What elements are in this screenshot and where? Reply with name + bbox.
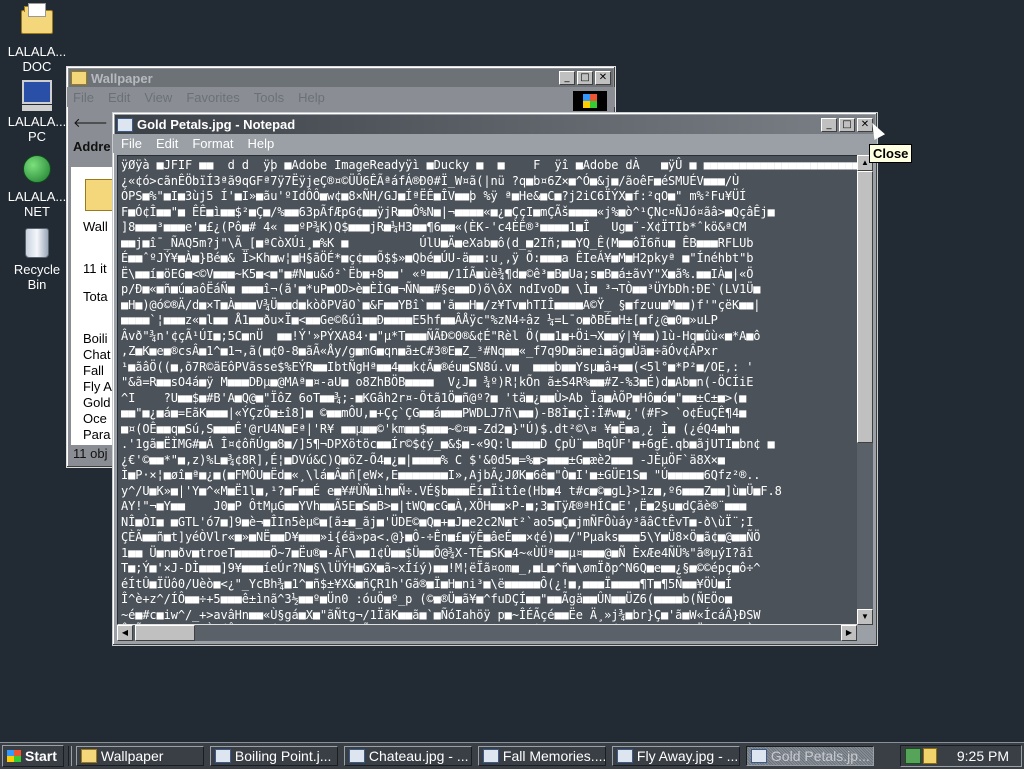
maximize-button[interactable]: □ <box>839 117 855 132</box>
file-list-item[interactable]: Fall <box>83 363 112 379</box>
file-list-item[interactable]: Chat <box>83 347 112 363</box>
scroll-right-arrow-icon[interactable]: ▶ <box>841 625 857 641</box>
file-list-item[interactable]: Oce <box>83 411 112 427</box>
system-tray: 9:25 PM <box>900 745 1022 767</box>
address-label: Addre <box>73 139 111 154</box>
notepad-icon <box>348 749 365 763</box>
vertical-scroll-thumb[interactable] <box>857 171 873 443</box>
desktop-icon-lalala-doc[interactable]: LALALA... DOC <box>4 3 70 74</box>
volume-tray-icon[interactable] <box>923 748 937 764</box>
pane-folder-name: Wall <box>83 219 108 234</box>
taskbar-button-fly-away[interactable]: Fly Away.jpg - ... <box>611 746 740 766</box>
notepad-icon <box>117 117 133 132</box>
computer-icon <box>21 80 53 112</box>
notepad-menubar: File Edit Format Help <box>113 134 877 153</box>
folder-document-icon <box>21 3 53 42</box>
menu-edit[interactable]: Edit <box>108 90 130 105</box>
folder-icon <box>80 749 97 763</box>
desktop-icon-label: LALALA... NET <box>7 189 67 219</box>
network-globe-icon <box>21 155 53 187</box>
menu-help[interactable]: Help <box>248 136 275 151</box>
scroll-left-arrow-icon[interactable]: ◀ <box>117 625 133 641</box>
taskbar-button-wallpaper[interactable]: Wallpaper <box>75 746 204 766</box>
horizontal-scrollbar[interactable]: ◀ ▶ <box>117 625 857 641</box>
file-list-item[interactable]: Gold <box>83 395 112 411</box>
explorer-menubar: File Edit View Favorites Tools Help <box>67 87 615 107</box>
taskbar-button-chateau[interactable]: Chateau.jpg - ... <box>343 746 472 766</box>
taskbar-button-gold-petals[interactable]: Gold Petals.jp... <box>745 746 874 766</box>
taskbar-separator <box>67 746 72 766</box>
close-tooltip: Close <box>869 144 913 163</box>
network-tray-icon[interactable] <box>905 748 921 764</box>
menu-format[interactable]: Format <box>192 136 233 151</box>
desktop-icon-label: LALALA... DOC <box>7 44 67 74</box>
notepad-icon <box>482 749 499 763</box>
notepad-titlebar[interactable]: Gold Petals.jpg - Notepad _ □ ✕ <box>115 115 875 134</box>
clock[interactable]: 9:25 PM <box>957 748 1009 764</box>
notepad-icon <box>750 749 767 763</box>
notepad-binary-content: ÿØÿà ■JFIF ■■ d d ÿþ ■Adobe ImageReadyÿì… <box>121 158 859 624</box>
back-arrow-icon[interactable]: 🡐 <box>73 115 111 130</box>
desktop-icon-lalala-net[interactable]: LALALA... NET <box>4 152 70 219</box>
desktop-icon-lalala-pc[interactable]: LALALA... PC <box>4 78 70 144</box>
desktop-icon-label: LALALA... PC <box>7 114 67 144</box>
resize-grip[interactable] <box>857 625 873 641</box>
minimize-button[interactable]: _ <box>821 117 837 132</box>
recycle-bin-icon <box>21 228 53 260</box>
file-list-item[interactable]: Para <box>83 427 112 443</box>
explorer-titlebar[interactable]: Wallpaper _ □ ✕ <box>69 69 613 87</box>
horizontal-scroll-thumb[interactable] <box>135 625 195 641</box>
menu-tools[interactable]: Tools <box>254 90 284 105</box>
notepad-icon <box>616 749 633 763</box>
taskbar-button-fall-memories[interactable]: Fall Memories.... <box>477 746 606 766</box>
explorer-side-pane: Wall 11 it Tota Boili Chat Fall Fly A Go… <box>71 167 117 445</box>
menu-file[interactable]: File <box>73 90 94 105</box>
menu-help[interactable]: Help <box>298 90 325 105</box>
notepad-text-area[interactable]: ÿØÿà ■JFIF ■■ d d ÿþ ■Adobe ImageReadyÿì… <box>117 155 859 625</box>
desktop-icon-recycle-bin[interactable]: Recycle Bin <box>4 226 70 292</box>
menu-edit[interactable]: Edit <box>156 136 178 151</box>
close-button[interactable]: ✕ <box>595 71 611 85</box>
menu-file[interactable]: File <box>121 136 142 151</box>
desktop-icon-label: Recycle Bin <box>13 262 61 292</box>
notepad-title: Gold Petals.jpg - Notepad <box>137 117 296 132</box>
minimize-button[interactable]: _ <box>559 71 575 85</box>
start-button[interactable]: Start <box>2 745 64 767</box>
file-list: Boili Chat Fall Fly A Gold Oce Para <box>83 331 112 443</box>
notepad-window: Gold Petals.jpg - Notepad _ □ ✕ File Edi… <box>112 112 878 646</box>
windows-flag-icon <box>7 750 21 762</box>
explorer-title: Wallpaper <box>91 70 153 86</box>
taskbar: Start Wallpaper Boiling Point.j... Chate… <box>0 742 1024 769</box>
notepad-icon <box>214 749 231 763</box>
folder-icon <box>71 71 87 85</box>
start-label: Start <box>25 748 57 764</box>
menu-favorites[interactable]: Favorites <box>186 90 239 105</box>
scroll-down-arrow-icon[interactable]: ▼ <box>857 609 873 625</box>
windows-logo-throbber-icon <box>573 91 607 111</box>
pane-item-count: 11 it <box>83 261 107 276</box>
taskbar-button-boiling-point[interactable]: Boiling Point.j... <box>209 746 338 766</box>
file-list-item[interactable]: Fly A <box>83 379 112 395</box>
vertical-scrollbar[interactable]: ▲ ▼ <box>857 155 873 625</box>
file-list-item[interactable]: Boili <box>83 331 112 347</box>
menu-view[interactable]: View <box>144 90 172 105</box>
pane-total-size: Tota <box>83 289 108 304</box>
maximize-button[interactable]: □ <box>577 71 593 85</box>
